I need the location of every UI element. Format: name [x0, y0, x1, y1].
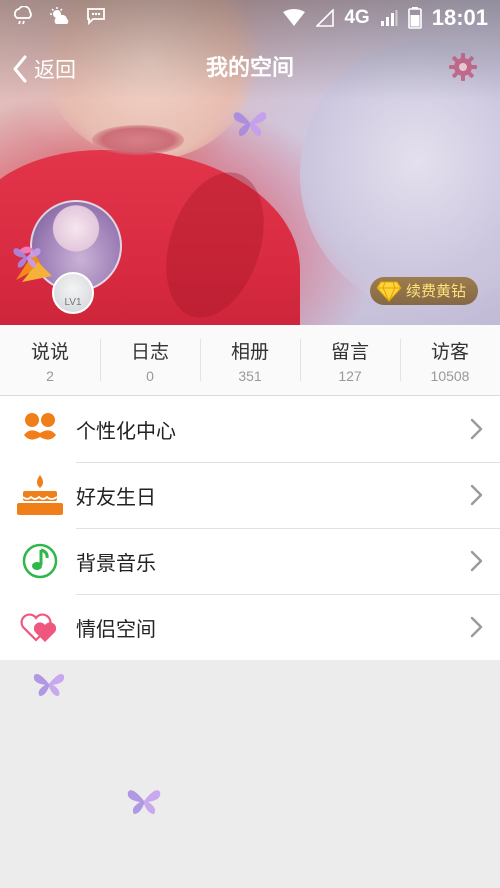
feature-menu: 个性化中心 好友生日 背景音乐 情侣空间: [0, 396, 500, 660]
stats-bar: 说说 2 日志 0 相册 351 留言 127 访客 10508: [0, 325, 500, 396]
settings-gear-icon[interactable]: [448, 52, 478, 82]
message-icon: [87, 8, 105, 25]
chevron-right-icon: [470, 616, 483, 638]
clock: 18:01: [431, 5, 488, 30]
chevron-right-icon: [470, 418, 483, 440]
menu-item-friend-birthday[interactable]: 好友生日: [0, 462, 500, 528]
signal-strength-icon: [380, 10, 398, 26]
music-note-icon: [14, 539, 66, 583]
stat-shuoshuo[interactable]: 说说 2: [0, 325, 100, 395]
signal-sim-icon: [316, 9, 335, 27]
butterfly-icon: [13, 248, 41, 268]
wifi-icon: [283, 9, 306, 26]
stat-visitors[interactable]: 访客 10508: [400, 325, 500, 395]
chevron-right-icon: [470, 484, 483, 506]
status-bar: 4G 18:01: [0, 0, 500, 36]
network-type: 4G: [344, 7, 370, 28]
chevron-right-icon: [470, 550, 483, 572]
page-title: 我的空间: [205, 56, 294, 81]
diamond-icon: [376, 281, 402, 302]
weather-cloud-rain-icon: [14, 6, 32, 25]
butterfly-icon: [233, 112, 267, 136]
stat-blog[interactable]: 日志 0: [100, 325, 200, 395]
stat-album[interactable]: 相册 351: [200, 325, 300, 395]
weather-sun-cloud-icon: [50, 7, 69, 24]
level-badge[interactable]: LV1: [52, 272, 94, 314]
vip-renew-button[interactable]: 续费黄钻: [369, 277, 478, 305]
menu-item-couple-space[interactable]: 情侣空间: [0, 594, 500, 660]
menu-item-background-music[interactable]: 背景音乐: [0, 528, 500, 594]
my-space-screen: 4G 18:01 返回 我的空间 LV1 续费黄钻 说说 2 日志 0 相册 3…: [0, 0, 500, 888]
butterfly-icon: [33, 674, 65, 697]
menu-item-personalization[interactable]: 个性化中心: [0, 396, 500, 462]
stat-messages[interactable]: 留言 127: [300, 325, 400, 395]
butterfly-icon: [127, 790, 161, 814]
birthday-cake-icon: [14, 473, 66, 517]
battery-icon: [407, 7, 422, 29]
couple-hearts-icon: [14, 605, 66, 649]
mustache-icon: [14, 407, 66, 451]
vip-renew-label: 续费黄钻: [405, 282, 466, 300]
